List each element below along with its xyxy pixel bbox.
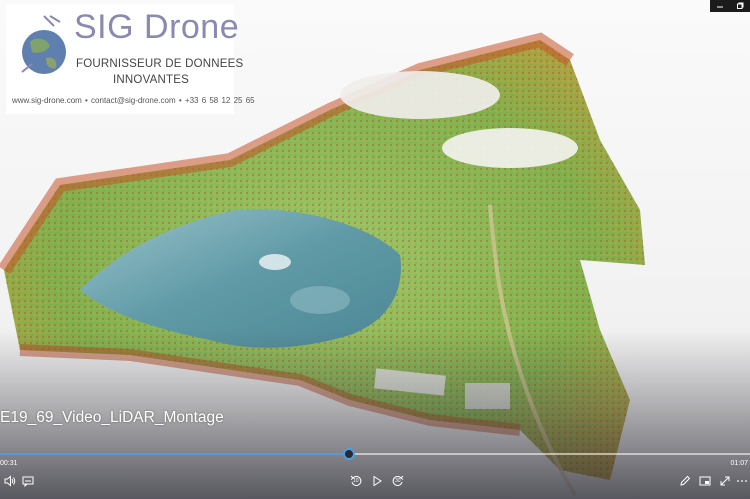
more-icon xyxy=(737,480,747,482)
restore-button[interactable] xyxy=(734,0,746,12)
seek-bar-thumb[interactable] xyxy=(342,448,355,460)
logo-subtitle-line2: INNOVANTES xyxy=(113,74,189,86)
fullscreen-icon xyxy=(720,476,730,486)
play-button[interactable] xyxy=(369,473,385,489)
play-icon xyxy=(373,475,382,487)
globe-logo-icon xyxy=(21,15,66,74)
logo-subtitle-line1: FOURNISSEUR DE DONNEES xyxy=(76,58,244,70)
subtitles-icon xyxy=(22,476,34,487)
video-title: E19_69_Video_LiDAR_Montage xyxy=(0,409,224,426)
window-controls xyxy=(710,0,750,12)
restore-icon xyxy=(737,2,744,9)
current-time: 00:31 xyxy=(0,460,18,467)
volume-button[interactable] xyxy=(2,473,18,489)
skip-forward-label: 30 xyxy=(395,478,401,484)
minimize-button[interactable] xyxy=(714,0,726,12)
seek-bar-progress xyxy=(0,453,349,455)
skip-forward-button[interactable]: 30 xyxy=(390,473,406,489)
mini-view-icon xyxy=(699,476,711,486)
logo-title: SIG Drone xyxy=(74,8,240,46)
more-button[interactable] xyxy=(734,473,750,489)
volume-icon xyxy=(4,475,16,487)
skip-back-label: 10 xyxy=(353,478,359,484)
edit-icon xyxy=(680,475,691,486)
fullscreen-button[interactable] xyxy=(717,473,733,489)
minimize-icon xyxy=(717,6,723,8)
edit-button[interactable] xyxy=(677,473,693,489)
total-time: 01:07 xyxy=(730,460,748,467)
subtitles-button[interactable] xyxy=(20,473,36,489)
seek-bar[interactable] xyxy=(0,448,750,460)
mini-view-button[interactable] xyxy=(697,473,713,489)
contact-info: www.sig-drone.com • contact@sig-drone.co… xyxy=(12,96,255,105)
skip-back-button[interactable]: 10 xyxy=(348,473,364,489)
